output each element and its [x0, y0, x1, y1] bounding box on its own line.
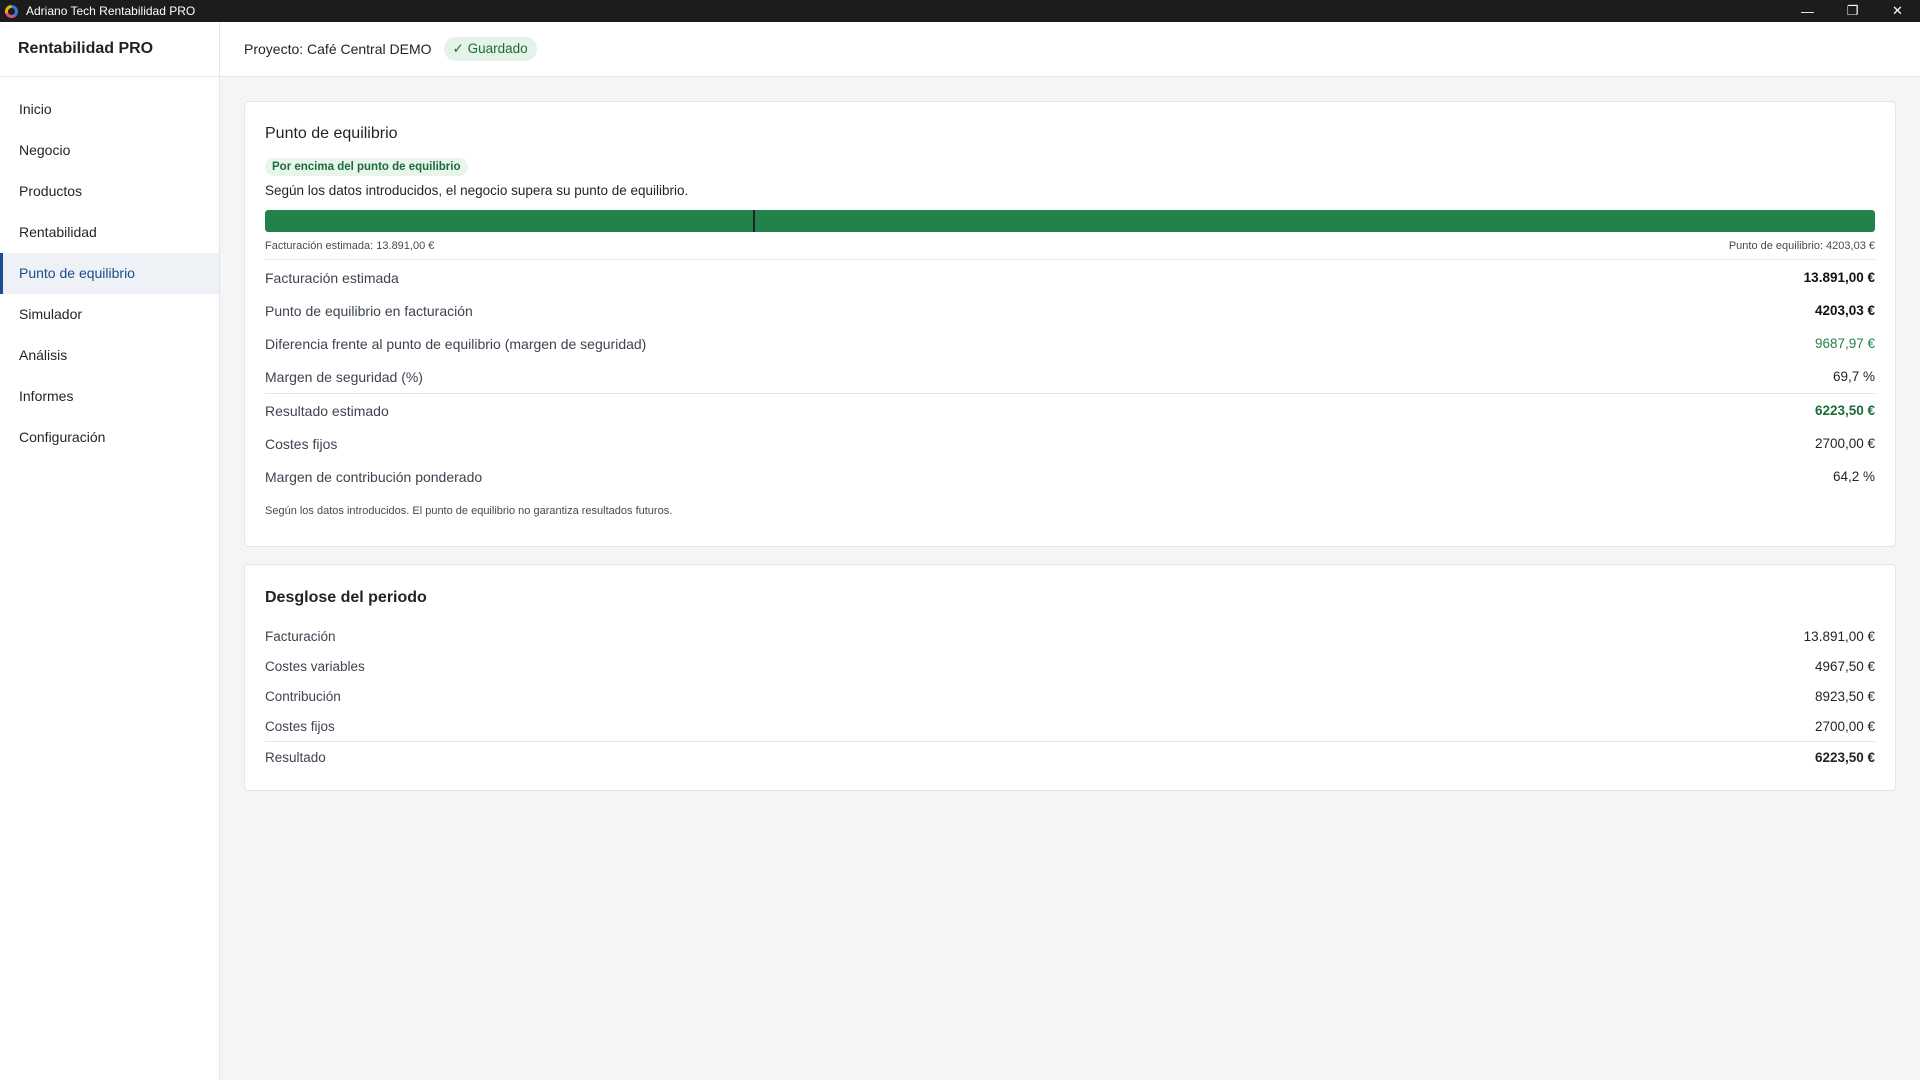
breakeven-footnote: Según los datos introducidos. El punto d…	[265, 505, 673, 517]
breakdown-label: Costes variables	[265, 658, 365, 674]
sidebar-item-analisis[interactable]: Análisis	[0, 335, 219, 376]
breakdown-row: Contribución 8923,50 €	[265, 681, 1875, 711]
top-header: Proyecto: Café Central DEMO ✓ Guardado	[220, 22, 1920, 77]
app-logo-icon	[5, 4, 18, 18]
metric-label: Diferencia frente al punto de equilibrio…	[265, 335, 647, 352]
sidebar-item-simulador[interactable]: Simulador	[0, 294, 219, 335]
breakdown-label: Resultado	[265, 749, 326, 765]
metric-label: Margen de contribución ponderado	[265, 468, 483, 485]
window-title: Adriano Tech Rentabilidad PRO	[26, 4, 196, 18]
metric-row: Margen de contribución ponderado 64,2 %	[265, 460, 1875, 493]
estimated-revenue-label: Facturación estimada: 13.891,00 €	[265, 240, 435, 252]
metric-row: Punto de equilibrio en facturación 4203,…	[265, 294, 1875, 327]
breakdown-value: 2700,00 €	[1814, 718, 1875, 734]
sidebar-item-negocio[interactable]: Negocio	[0, 130, 219, 171]
breakdown-value: 8923,50 €	[1814, 688, 1875, 704]
metric-row: Facturación estimada 13.891,00 €	[265, 261, 1875, 294]
breakdown-row: Facturación 13.891,00 €	[265, 621, 1875, 651]
window-titlebar: Adriano Tech Rentabilidad PRO — ❐ ✕	[0, 0, 1920, 22]
breakeven-marker	[752, 210, 755, 232]
metric-value: 4203,03 €	[1814, 303, 1875, 318]
breakeven-progress-bar	[265, 210, 1875, 232]
breakdown-label: Costes fijos	[265, 718, 335, 734]
breakdown-label: Contribución	[265, 688, 341, 704]
breakdown-value: 13.891,00 €	[1803, 628, 1875, 644]
metric-row: Resultado estimado 6223,50 €	[265, 393, 1875, 427]
metric-value: 13.891,00 €	[1803, 270, 1875, 285]
breakdown-label: Facturación	[265, 628, 336, 644]
metric-label: Punto de equilibrio en facturación	[265, 302, 473, 319]
sidebar-item-punto-de-equilibrio[interactable]: Punto de equilibrio	[0, 253, 219, 294]
project-name: Proyecto: Café Central DEMO	[244, 41, 432, 57]
breakdown-title: Desglose del periodo	[265, 589, 427, 606]
metric-label: Margen de seguridad (%)	[265, 368, 423, 385]
progress-fill	[265, 210, 1875, 232]
close-icon[interactable]: ✕	[1875, 0, 1920, 22]
saved-status-badge: ✓ Guardado	[443, 37, 537, 61]
sidebar: Rentabilidad PRO Inicio Negocio Producto…	[0, 22, 220, 1080]
breakdown-value: 6223,50 €	[1814, 749, 1875, 765]
metric-label: Resultado estimado	[265, 402, 389, 419]
breakdown-card: Desglose del periodo Facturación 13.891,…	[244, 564, 1896, 791]
breakeven-card: Punto de equilibrio Por encima del punto…	[244, 101, 1896, 547]
breakeven-title: Punto de equilibrio	[265, 125, 398, 142]
restore-icon[interactable]: ❐	[1830, 0, 1875, 22]
metric-row: Diferencia frente al punto de equilibrio…	[265, 327, 1875, 360]
main-content: Punto de equilibrio Por encima del punto…	[244, 101, 1896, 791]
progress-track	[265, 210, 1875, 232]
breakdown-row: Costes fijos 2700,00 €	[265, 711, 1875, 741]
metric-row: Margen de seguridad (%) 69,7 %	[265, 360, 1875, 393]
app-brand: Rentabilidad PRO	[0, 22, 219, 77]
metric-value: 2700,00 €	[1814, 436, 1875, 451]
metric-row: Costes fijos 2700,00 €	[265, 427, 1875, 460]
breakdown-list: Facturación 13.891,00 € Costes variables…	[265, 621, 1875, 772]
metric-value: 64,2 %	[1832, 469, 1875, 484]
metric-label: Costes fijos	[265, 435, 338, 452]
breakdown-row: Costes variables 4967,50 €	[265, 651, 1875, 681]
sidebar-nav: Inicio Negocio Productos Rentabilidad Pu…	[0, 89, 219, 458]
metric-value: 6223,50 €	[1814, 403, 1875, 418]
metric-label: Facturación estimada	[265, 269, 399, 286]
window-controls: — ❐ ✕	[1785, 0, 1920, 22]
breakeven-status-badge: Por encima del punto de equilibrio	[265, 158, 468, 176]
sidebar-item-rentabilidad[interactable]: Rentabilidad	[0, 212, 219, 253]
breakeven-point-label: Punto de equilibrio: 4203,03 €	[1728, 240, 1875, 252]
breakdown-row: Resultado 6223,50 €	[265, 741, 1875, 772]
sidebar-item-configuracion[interactable]: Configuración	[0, 417, 219, 458]
sidebar-item-inicio[interactable]: Inicio	[0, 89, 219, 130]
breakdown-value: 4967,50 €	[1814, 658, 1875, 674]
sidebar-item-informes[interactable]: Informes	[0, 376, 219, 417]
metric-value: 9687,97 €	[1814, 336, 1875, 351]
breakeven-intro-text: Según los datos introducidos, el negocio…	[265, 183, 689, 198]
progress-labels: Facturación estimada: 13.891,00 € Punto …	[265, 240, 1875, 260]
minimize-icon[interactable]: —	[1785, 0, 1830, 22]
sidebar-item-productos[interactable]: Productos	[0, 171, 219, 212]
metric-value: 69,7 %	[1832, 369, 1875, 384]
